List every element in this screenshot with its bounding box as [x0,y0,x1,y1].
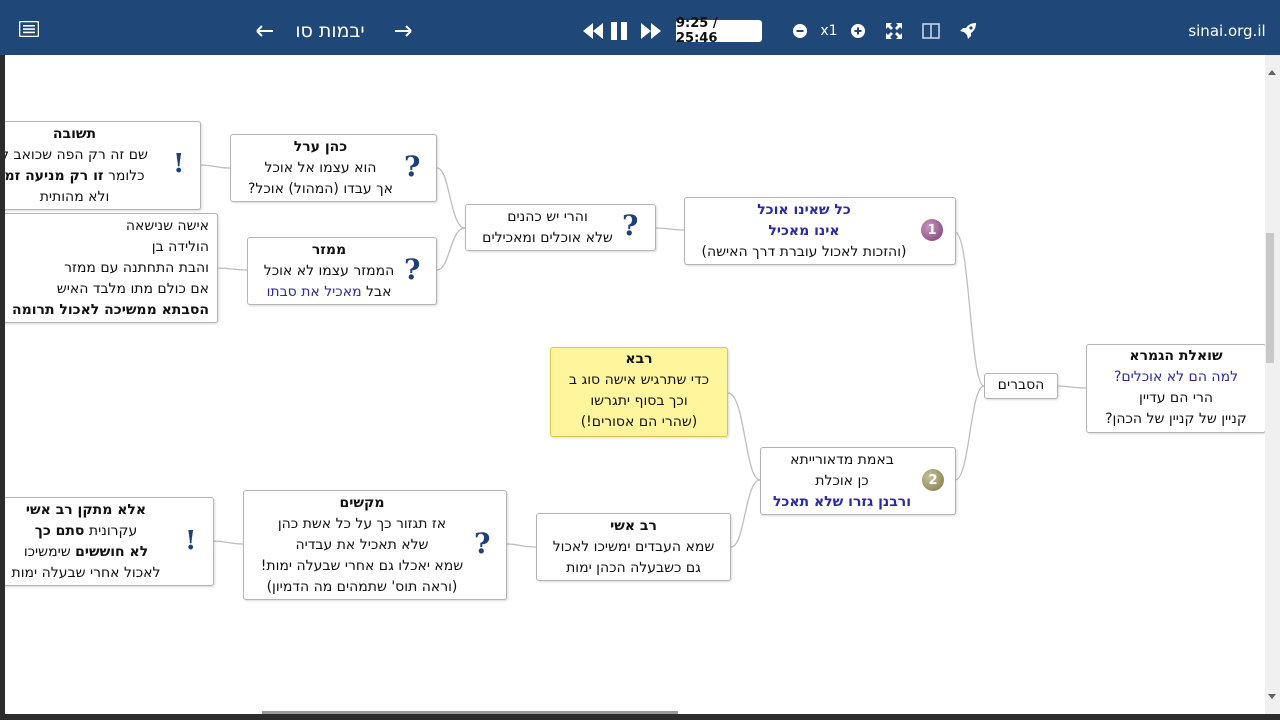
frame-bottom-border [0,714,1280,720]
node-line: אז תגזור כך על כל אשת כהן [277,516,447,532]
node-title: תשובה [52,126,97,142]
node-line: שלא אוכלים ומאכילים [482,230,613,246]
node-line: וכך בסוף יתגרשו [590,393,688,409]
text-span: כלומר [103,168,145,184]
node-title: הסברים [997,377,1045,393]
node-line: אבל מאכיל את סבתו [256,282,402,303]
node-line: אינו מאכיל [768,223,840,239]
node-title: ממזר [311,242,347,258]
question-icon: ? [474,527,491,560]
node-line: עקרונית סתם כך [0,521,173,542]
node-gemara-question[interactable]: שואלת הגמרא למה הם לא אוכלים? הרי הם עדי… [1086,344,1266,433]
text-span: עקרונית [84,523,138,539]
node-line: שמא יאכלו גם אחרי שבעלה ימות! [260,558,464,574]
vertical-scrollbar[interactable] [1265,55,1280,714]
text-span: שימשיכו [23,544,76,560]
node-title: מקשים [339,495,385,511]
exclamation-icon: ! [173,149,185,179]
node-line: לאכול אחרי שבעלה ימות [11,565,161,581]
node-objection[interactable]: מקשים אז תגזור כך על כל אשת כהן שלא תאכי… [243,490,507,600]
text-span: אבל [361,284,392,300]
node-explanation-1[interactable]: כל שאינו אוכל אינו מאכיל (והזכות לאכול ע… [684,197,956,265]
vertical-scroll-thumb[interactable] [1266,233,1274,363]
priority-2-icon: 2 [922,469,944,491]
node-line: והבת התחתנה עם ממזר [64,260,209,276]
node-line: כלומר זו רק מניעה זמ [0,166,160,187]
node-line: הוא עצמו אל אוכל [264,160,377,176]
node-title: כהן ערל [293,139,348,155]
question-icon: ? [622,209,639,242]
scroll-arrows [1268,70,1276,699]
node-line: כן אוכלת [815,473,869,489]
text-span: זו רק מניעה זמ [4,168,104,184]
node-line: שם זה רק הפה שכואב ל [1,147,148,163]
node-rav-ashi-correction[interactable]: אלא מתקן רב אשי עקרונית סתם כך לא חוששים… [0,497,214,586]
node-line: והרי יש כהנים [507,209,588,225]
node-woman-example[interactable]: אישה שנישאה הולידה בן והבת התחתנה עם ממז… [0,213,218,323]
node-explanations[interactable]: הסברים [984,373,1058,399]
node-line: ורבנן גזרו שלא תאכל [772,494,912,510]
node-title: אלא מתקן רב אשי [25,502,147,518]
node-line: אישה שנישאה [125,218,209,234]
node-line: באמת מדאורייתא [790,452,894,468]
node-title: כל שאינו אוכל [757,202,851,218]
node-line: אם כולם מתו מלבד האיש [56,281,209,297]
text-span: מאכיל את סבתו [266,284,362,300]
node-line: ולא מהותית [39,189,110,205]
question-icon: ? [404,150,421,183]
node-line: למה הם לא אוכלים? [1113,369,1239,385]
node-line: (שהרי הם אסורים!) [580,414,698,430]
node-line: (וראה תוס' שתמהים מה הדמיון) [266,579,458,595]
node-line: הסבתא ממשיכה לאכול תרומה [11,302,209,318]
text-span: לא חוששים [75,544,149,560]
node-line: הולידה בן [151,239,209,255]
node-line: (והזכות לאכול עוברת דרך האישה) [701,244,907,260]
node-line: שלא תאכיל את עבדיה [295,537,429,553]
node-title: רב אשי [610,518,657,534]
node-rav-ashi[interactable]: רב אשי שמא העבדים ימשיכו לאכול גם כשבעלה… [536,513,731,581]
node-line: קניין של קניין של הכהן? [1105,411,1247,427]
text-span: סתם כך [34,523,85,539]
node-line: הרי הם עדיין [1139,390,1213,406]
node-line: הממזר עצמו לא אוכל [263,263,395,279]
node-rava[interactable]: רבא כדי שתרגיש אישה סוג ב וכך בסוף יתגרש… [550,347,728,437]
node-line: לא חוששים שימשיכו [0,542,173,563]
node-line: שמא העבדים ימשיכו לאכול [552,539,715,555]
node-answer[interactable]: תשובה שם זה רק הפה שכואב ל כלומר זו רק מ… [0,121,201,210]
node-line: כדי שתרגיש אישה סוג ב [568,372,710,388]
frame-left-border [0,55,5,720]
node-line: גם כשבעלה הכהן ימות [566,560,701,576]
node-line: אך עבדו (המהול) אוכל? [247,181,393,197]
priority-1-icon: 1 [921,219,943,241]
exclamation-icon: ! [185,526,197,556]
question-icon: ? [404,253,421,286]
horizontal-scroll-thumb[interactable] [262,711,678,714]
node-title: שואלת הגמרא [1129,348,1223,364]
node-title: רבא [625,351,653,367]
